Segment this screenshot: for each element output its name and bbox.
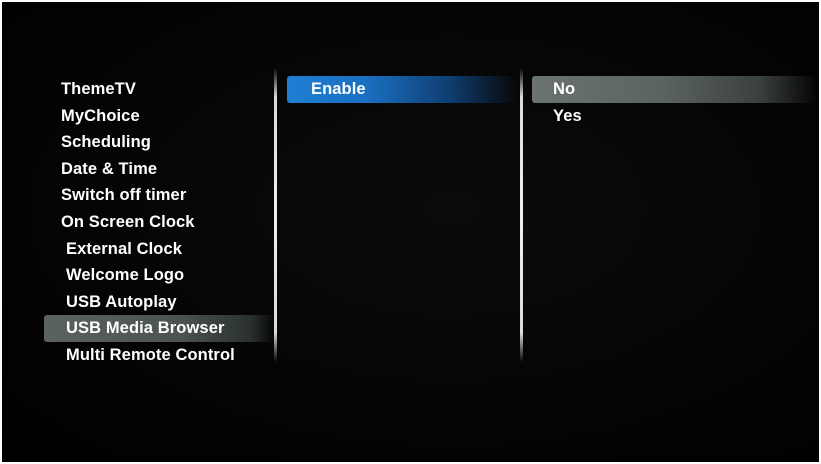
column-divider (274, 68, 277, 362)
option-no[interactable]: No (532, 76, 817, 103)
settings-options: No Yes (532, 76, 817, 129)
tv-settings-screen: ThemeTV MyChoice Scheduling Date & Time … (2, 2, 819, 462)
option-yes[interactable]: Yes (532, 103, 817, 130)
submenu-item-label: Enable (311, 80, 366, 98)
menu-item-label: Switch off timer (61, 186, 187, 205)
menu-item-label: USB Autoplay (66, 292, 177, 311)
column-divider (520, 68, 523, 362)
menu-item-label: USB Media Browser (66, 319, 225, 338)
menu-item-date-time[interactable]: Date & Time (44, 156, 274, 183)
menu-item-welcome-logo[interactable]: Welcome Logo (44, 262, 274, 289)
menu-item-label: Scheduling (61, 133, 151, 152)
menu-item-label: Multi Remote Control (66, 345, 235, 364)
menu-item-themetv[interactable]: ThemeTV (44, 76, 274, 103)
menu-item-label: ThemeTV (61, 80, 136, 98)
menu-item-on-screen-clock[interactable]: On Screen Clock (44, 209, 274, 236)
menu-item-mychoice[interactable]: MyChoice (44, 103, 274, 130)
menu-item-label: On Screen Clock (61, 212, 195, 231)
menu-item-label: Welcome Logo (66, 266, 185, 285)
menu-item-label: External Clock (66, 239, 183, 258)
menu-item-usb-media-browser[interactable]: USB Media Browser (44, 315, 274, 342)
menu-item-label: Date & Time (61, 159, 158, 178)
settings-menu: ThemeTV MyChoice Scheduling Date & Time … (44, 76, 274, 369)
menu-item-scheduling[interactable]: Scheduling (44, 129, 274, 156)
menu-item-usb-autoplay[interactable]: USB Autoplay (44, 289, 274, 316)
menu-item-external-clock[interactable]: External Clock (44, 236, 274, 263)
menu-item-switch-off-timer[interactable]: Switch off timer (44, 182, 274, 209)
option-label: No (553, 80, 576, 98)
submenu-item-enable[interactable]: Enable (287, 76, 517, 103)
menu-item-multi-remote-control[interactable]: Multi Remote Control (44, 342, 274, 369)
option-label: Yes (553, 106, 582, 125)
settings-submenu: Enable (287, 76, 517, 103)
menu-item-label: MyChoice (61, 106, 140, 125)
